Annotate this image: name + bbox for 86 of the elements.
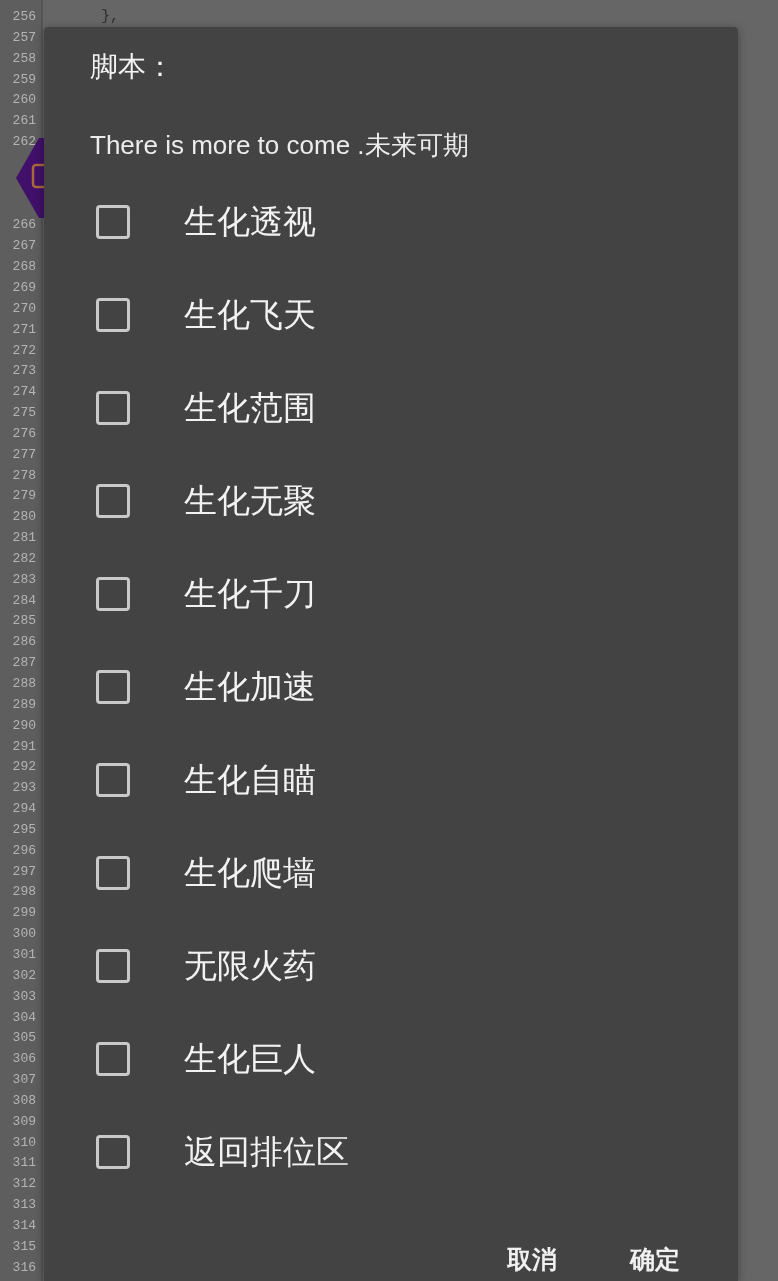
line-number: 312 <box>12 1175 36 1194</box>
checkbox[interactable] <box>96 669 130 704</box>
dialog-title: 脚本： <box>90 50 174 84</box>
checkbox[interactable] <box>96 1134 130 1169</box>
checkbox[interactable] <box>96 576 130 611</box>
line-number: 279 <box>12 487 36 506</box>
line-number: 285 <box>12 612 36 631</box>
option-label: 生化范围 <box>184 387 316 428</box>
option-label: 生化飞天 <box>184 294 316 335</box>
line-number: 268 <box>12 258 36 277</box>
line-number: 316 <box>12 1258 36 1277</box>
checkbox[interactable] <box>96 483 130 518</box>
checkbox[interactable] <box>96 204 130 239</box>
checkbox[interactable] <box>96 762 130 797</box>
line-number: 277 <box>12 445 36 464</box>
line-number: 291 <box>12 737 36 756</box>
line-number: 293 <box>12 779 36 798</box>
line-number: 305 <box>12 1029 36 1048</box>
checkbox[interactable] <box>96 855 130 890</box>
line-number: 294 <box>12 800 36 819</box>
dialog-button[interactable]: 确定 <box>618 1242 692 1276</box>
line-number: 298 <box>12 883 36 902</box>
line-number: 300 <box>12 925 36 944</box>
line-number: 303 <box>12 987 36 1006</box>
line-number: 274 <box>12 383 36 402</box>
option-label: 生化巨人 <box>184 1038 316 1079</box>
line-number: 315 <box>12 1237 36 1256</box>
line-number: 280 <box>12 508 36 527</box>
line-number: 261 <box>12 112 36 131</box>
option-label: 生化无聚 <box>184 480 316 521</box>
line-number: 286 <box>12 633 36 652</box>
line-number: 267 <box>12 237 36 256</box>
dialog-button[interactable]: 取消 <box>495 1242 569 1276</box>
line-number: 313 <box>12 1196 36 1215</box>
line-number: 307 <box>12 1071 36 1090</box>
line-number: 302 <box>12 966 36 985</box>
checkbox[interactable] <box>96 1041 130 1076</box>
line-number: 260 <box>12 91 36 110</box>
line-number: 289 <box>12 695 36 714</box>
line-number: 273 <box>12 362 36 381</box>
option-label: 生化爬墙 <box>184 852 316 893</box>
dialog-message: There is more to come .未来可期 <box>90 129 469 161</box>
line-number: 270 <box>12 299 36 318</box>
code-line: }, <box>101 7 119 27</box>
line-number: 297 <box>12 862 36 881</box>
line-number: 284 <box>12 591 36 610</box>
line-number: 308 <box>12 1091 36 1110</box>
line-number: 301 <box>12 946 36 964</box>
checkbox[interactable] <box>96 948 130 983</box>
line-number: 287 <box>12 654 36 673</box>
line-number: 309 <box>12 1112 36 1131</box>
line-number: 296 <box>12 841 36 860</box>
line-number: 275 <box>12 404 36 423</box>
option-label: 无限火药 <box>184 945 316 986</box>
option-label: 生化透视 <box>184 201 316 242</box>
option-label: 生化自瞄 <box>184 759 316 800</box>
line-number: 292 <box>12 758 36 777</box>
hexagon-icon <box>14 138 44 218</box>
line-number: 299 <box>12 904 36 923</box>
option-label: 返回排位区 <box>184 1131 349 1172</box>
line-number: 290 <box>12 716 36 735</box>
line-number: 258 <box>12 49 36 68</box>
line-number: 310 <box>12 1133 36 1152</box>
line-number: 266 <box>12 216 36 235</box>
line-number: 311 <box>12 1154 36 1173</box>
line-number: 314 <box>12 1216 36 1235</box>
line-number: 272 <box>12 341 36 360</box>
line-number: 295 <box>12 820 36 839</box>
checkbox[interactable] <box>96 390 130 425</box>
line-number: 257 <box>12 28 36 47</box>
line-number: 281 <box>12 529 36 548</box>
option-label: 生化加速 <box>184 666 316 707</box>
line-number: 269 <box>12 279 36 297</box>
line-number: 256 <box>12 8 36 26</box>
line-number: 276 <box>12 424 36 443</box>
line-number: 271 <box>12 320 36 339</box>
line-number: 259 <box>12 70 36 89</box>
line-number: 262 <box>12 133 36 152</box>
checkbox[interactable] <box>96 297 130 332</box>
line-number: 282 <box>12 549 36 568</box>
line-number: 304 <box>12 1008 36 1027</box>
line-number: 278 <box>12 466 36 485</box>
line-number: 306 <box>12 1050 36 1069</box>
line-number: 283 <box>12 570 36 589</box>
option-label: 生化千刀 <box>184 573 316 614</box>
line-number: 288 <box>12 675 36 693</box>
